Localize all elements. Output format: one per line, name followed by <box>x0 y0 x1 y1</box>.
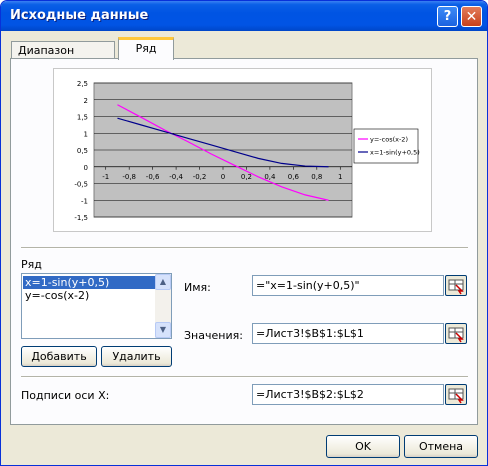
y-tick-label: 2,5 <box>77 80 88 88</box>
range-select-icon <box>448 279 464 295</box>
name-field[interactable]: ="x=1-sin(y+0,5)" <box>252 275 444 296</box>
tab-series[interactable]: Ряд <box>118 37 174 60</box>
add-series-button[interactable]: Добавить <box>21 346 97 367</box>
tab-data-range[interactable]: Диапазон данных <box>11 41 115 74</box>
dialog-title: Исходные данные <box>10 8 149 23</box>
x-tick-label: -0,6 <box>146 173 160 181</box>
y-tick-label: -1,5 <box>74 214 88 222</box>
x-tick-label: -0,4 <box>169 173 183 181</box>
legend-label: y=-cos(x-2) <box>370 136 408 144</box>
y-tick-label: 0 <box>84 164 88 172</box>
x-tick-label: 0,8 <box>311 173 322 181</box>
name-range-button[interactable] <box>445 275 467 296</box>
values-label: Значения: <box>184 329 243 342</box>
legend-box <box>353 128 419 164</box>
values-range-button[interactable] <box>445 323 467 344</box>
x-tick-label: 0,2 <box>241 173 252 181</box>
scroll-up-icon[interactable]: ▲ <box>155 274 171 290</box>
series-list-item[interactable]: x=1-sin(y+0,5) <box>23 276 155 289</box>
xaxis-labels-field[interactable]: =Лист3!$B$2:$L$2 <box>252 384 444 405</box>
xaxis-labels-label: Подписи оси X: <box>21 389 110 402</box>
delete-series-button[interactable]: Удалить <box>101 346 172 367</box>
series-section-label: Ряд <box>21 258 42 271</box>
xaxis-range-button[interactable] <box>445 384 467 405</box>
x-tick-label: 0 <box>221 173 225 181</box>
scroll-down-icon[interactable]: ▼ <box>155 322 171 338</box>
name-label: Имя: <box>184 281 211 294</box>
separator <box>21 247 468 249</box>
dialog-window: Исходные данные ? ✕ Диапазон данных Ряд … <box>0 0 488 466</box>
x-tick-label: 1 <box>338 173 342 181</box>
series-list-item[interactable]: y=-cos(x-2) <box>23 289 155 302</box>
series-listbox[interactable]: x=1-sin(y+0,5) y=-cos(x-2) ▲ ▼ <box>21 273 172 339</box>
title-bar[interactable]: Исходные данные ? ✕ <box>1 1 487 31</box>
close-button[interactable]: ✕ <box>461 6 482 27</box>
y-tick-label: 0,5 <box>77 147 88 155</box>
y-tick-label: 2 <box>84 97 88 105</box>
help-button[interactable]: ? <box>437 6 458 27</box>
x-tick-label: -1 <box>102 173 109 181</box>
y-tick-label: 1 <box>84 130 88 138</box>
x-tick-label: 0,6 <box>288 173 300 181</box>
separator <box>21 376 468 378</box>
x-tick-label: -0,2 <box>193 173 207 181</box>
legend-label: x=1-sin(y+0,5) <box>370 149 420 157</box>
chart-svg: 2,5 2 1,5 1 0,5 0 -0,5 -1 -1,5 -1 -0,8 -0,6 -0,4 -0,2… <box>74 80 420 222</box>
y-tick-label: -1 <box>81 197 88 205</box>
range-select-icon <box>448 327 464 343</box>
y-tick-label: 1,5 <box>77 114 88 122</box>
cancel-button[interactable]: Отмена <box>404 435 478 458</box>
chart-preview: 2,5 2 1,5 1 0,5 0 -0,5 -1 -1,5 -1 -0,8 -0,6 -0,4 -0,2… <box>53 68 432 232</box>
x-tick-label: -0,8 <box>122 173 136 181</box>
range-select-icon <box>448 388 464 404</box>
listbox-scrollbar[interactable]: ▲ ▼ <box>155 274 171 338</box>
values-field[interactable]: =Лист3!$B$1:$L$1 <box>252 323 444 344</box>
ok-button[interactable]: OK <box>326 435 400 458</box>
y-tick-label: -0,5 <box>74 181 88 189</box>
